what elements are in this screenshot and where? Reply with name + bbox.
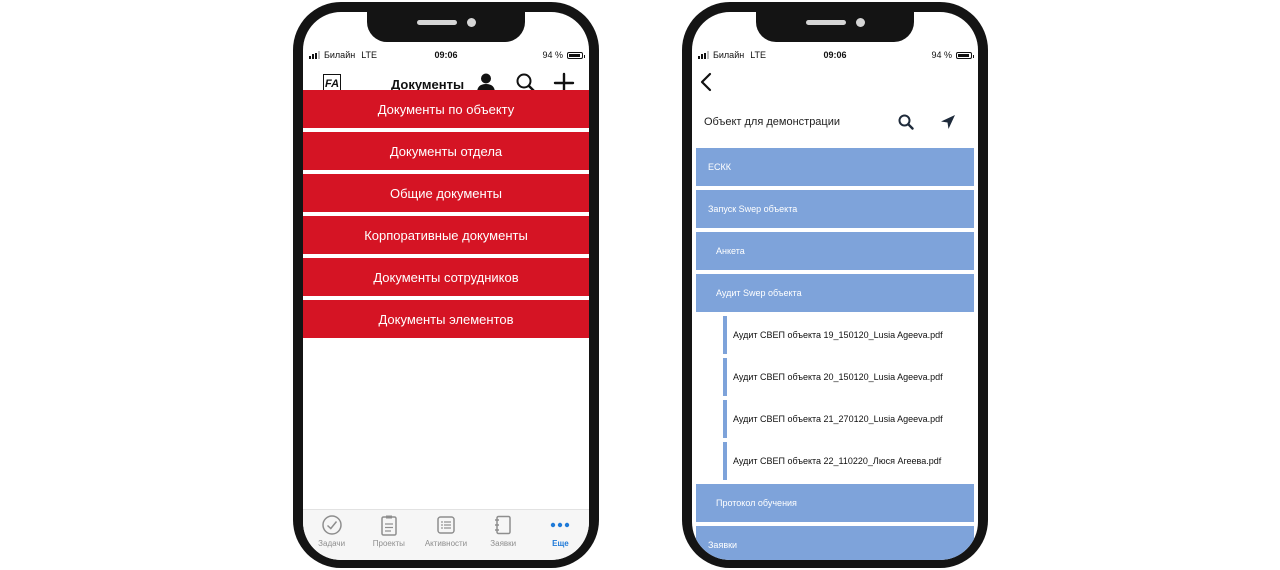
location-arrow-icon[interactable] [940, 114, 956, 130]
object-title: Объект для демонстрации [704, 116, 841, 128]
tree-file-pdf[interactable]: Аудит СВЕП объекта 21_270120_Lusia Ageev… [723, 400, 974, 438]
tree-folder-swep-launch[interactable]: Запуск Swep объекта [696, 190, 974, 228]
battery-percent: 94 % [931, 50, 952, 60]
menu-item-department-documents[interactable]: Документы отдела [303, 132, 589, 170]
tab-more[interactable]: Еще [532, 510, 589, 560]
document-tree: ЕСКК Запуск Swep объекта Анкета Аудит Sw… [696, 148, 974, 560]
menu-item-corporate-documents[interactable]: Корпоративные документы [303, 216, 589, 254]
documents-screen: Билайн LTE 09:06 94 % FA Документы Докум… [303, 12, 589, 560]
object-bar: Объект для демонстрации [692, 102, 978, 142]
tab-projects[interactable]: Проекты [360, 510, 417, 560]
tab-label: Еще [552, 539, 569, 548]
menu-item-object-documents[interactable]: Документы по объекту [303, 90, 589, 128]
phone-frame-documents: Билайн LTE 09:06 94 % FA Документы Докум… [293, 2, 599, 568]
status-bar: Билайн LTE 09:06 94 % [303, 50, 589, 64]
search-icon[interactable] [898, 114, 914, 130]
menu-item-element-documents[interactable]: Документы элементов [303, 300, 589, 338]
menu-item-common-documents[interactable]: Общие документы [303, 174, 589, 212]
tree-folder-escc[interactable]: ЕСКК [696, 148, 974, 186]
tab-tasks[interactable]: Задачи [303, 510, 360, 560]
tab-label: Задачи [318, 539, 346, 548]
list-icon [437, 516, 455, 534]
notch [756, 12, 914, 42]
check-circle-icon [321, 515, 342, 535]
tree-folder-questionnaire[interactable]: Анкета [696, 232, 974, 270]
tree-file-pdf[interactable]: Аудит СВЕП объекта 19_150120_Lusia Ageev… [723, 316, 974, 354]
tab-label: Проекты [372, 539, 405, 548]
documents-menu: Документы по объекту Документы отдела Об… [303, 90, 589, 342]
tab-requests[interactable]: Заявки [475, 510, 532, 560]
back-chevron-icon[interactable] [698, 72, 714, 92]
tree-folder-training-protocol[interactable]: Протокол обучения [696, 484, 974, 522]
tab-label: Активности [424, 539, 468, 548]
menu-item-employee-documents[interactable]: Документы сотрудников [303, 258, 589, 296]
tree-file-pdf[interactable]: Аудит СВЕП объекта 22_110220_Люся Агеева… [723, 442, 974, 480]
more-dots-icon [551, 522, 570, 528]
phone-frame-object-documents: Билайн LTE 09:06 94 % Объект для демонст… [682, 2, 988, 568]
notebook-icon [495, 515, 511, 535]
tab-label: Заявки [490, 539, 517, 548]
status-bar: Билайн LTE 09:06 94 % [692, 50, 978, 64]
clipboard-icon [381, 515, 397, 536]
battery-percent: 94 % [542, 50, 563, 60]
tab-activities[interactable]: Активности [417, 510, 474, 560]
tree-folder-swep-audit[interactable]: Аудит Swep объекта [696, 274, 974, 312]
tab-bar: Задачи Проекты Активности Заявки Еще [303, 509, 589, 560]
battery-icon [567, 51, 585, 59]
notch [367, 12, 525, 42]
tree-folder-requests[interactable]: Заявки [696, 526, 974, 560]
battery-icon [956, 51, 974, 59]
tree-file-pdf[interactable]: Аудит СВЕП объекта 20_150120_Lusia Ageev… [723, 358, 974, 396]
object-documents-screen: Билайн LTE 09:06 94 % Объект для демонст… [692, 12, 978, 560]
